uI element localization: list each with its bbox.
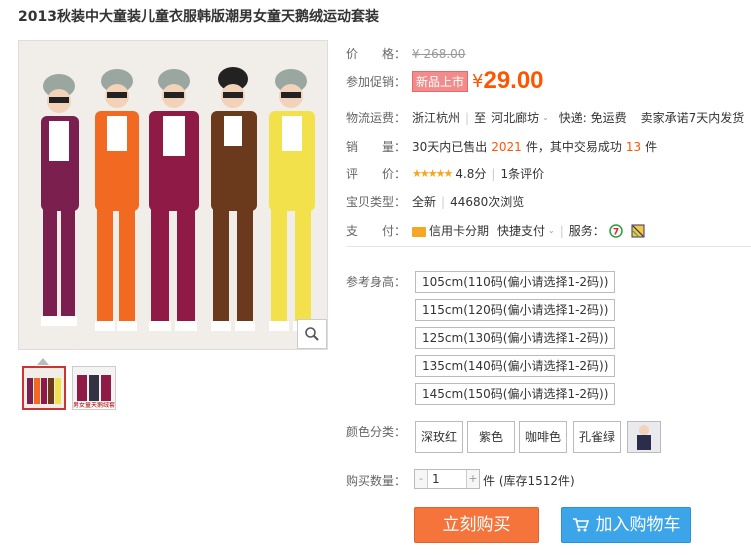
sales-suffix: 件 [645,140,658,154]
rating-row: 评 价： ★★★★★ 4.8分 | 1条评价 [346,165,544,182]
size-option[interactable]: 135cm(140码(偏小请选择1-2码)) [415,355,616,377]
quantity-label-row: 购买数量： [346,472,412,489]
quick-pay[interactable]: 快捷支付 [497,222,545,239]
payment-row: 支 付： 信用卡分期 快捷支付 ⌄ | 服务： 7 [346,222,645,239]
main-product-image[interactable] [18,40,328,350]
quantity-decrease-button[interactable]: - [415,470,428,488]
currency-symbol: ¥ [472,70,484,92]
rating-label: 评 价： [346,167,407,181]
thumbnail-2[interactable]: 男女童天鹅绒套装 [72,366,116,410]
buy-now-button[interactable]: 立刻购买 [414,507,539,543]
chevron-down-icon[interactable]: ⌄ [548,226,555,235]
sales-row: 销 量： 30天内已售出 2021 件，其中交易成功 13 件 [346,138,657,155]
item-type-row: 宝贝类型： 全新 | 44680次浏览 [346,193,524,210]
promo-price: 29.00 [483,67,544,94]
view-count: 44680次浏览 [450,195,525,209]
promo-row: 参加促销： 新品上市 ¥ 29.00 [346,67,544,95]
size-option[interactable]: 145cm(150码(偏小请选择1-2码)) [415,383,616,405]
rating-score: 4.8分 [455,167,487,181]
stock-info: 件 (库存1512件) [483,474,575,488]
cart-icon [572,518,589,532]
shipping-express: 快递: 免运费 [558,111,627,125]
color-option[interactable]: 紫色 [467,421,515,453]
color-option-image[interactable] [627,421,661,453]
add-to-cart-label: 加入购物车 [595,515,681,535]
add-to-cart-button[interactable]: 加入购物车 [561,507,691,543]
svg-text:7: 7 [613,227,619,237]
divider: | [441,194,446,209]
item-condition: 全新 [412,195,437,209]
payment-label: 支 付： [346,224,407,238]
sales-count: 2021 [491,139,522,154]
section-divider [346,246,751,247]
credit-installment[interactable]: 信用卡分期 [429,222,489,239]
quantity-increase-button[interactable]: + [466,470,479,488]
shipping-from: 浙江杭州 [412,111,461,125]
shipping-row: 物流运费： 浙江杭州 | 至 河北廊坊 ⌄ 快递: 免运费 卖家承诺7天内发货 [346,109,744,126]
color-label: 颜色分类： [346,425,407,439]
quantity-label: 购买数量： [346,474,407,488]
thumbnail-pointer [37,358,49,365]
shipping-label: 物流运费： [346,111,407,125]
divider: | [465,110,470,125]
quantity-input[interactable]: 1 [428,470,466,488]
shipping-to-prefix: 至 [474,111,487,125]
size-label: 参考身高： [346,275,407,289]
chevron-down-icon[interactable]: ⌄ [542,113,549,122]
original-price: ¥ 268.00 [412,46,466,61]
price-label: 价 格： [346,47,407,61]
thumbnail-image [24,368,64,408]
tmall-service-icon[interactable]: 7 [609,223,623,238]
sales-prefix: 30天内已售出 [412,140,488,154]
color-label-row: 颜色分类： [346,423,412,440]
thumbnail-1[interactable] [22,366,66,410]
guarantee-icon[interactable] [631,224,645,238]
promo-tag[interactable]: 新品上市 [412,70,469,92]
size-option[interactable]: 125cm(130码(偏小请选择1-2码)) [415,327,616,349]
color-option[interactable]: 孔雀绿 [573,421,621,453]
size-option[interactable]: 105cm(110码(偏小请选择1-2码)) [415,271,616,293]
rating-stars-icon: ★★★★★ [412,167,453,180]
thumbnail-caption: 男女童天鹅绒套装 [73,402,115,409]
search-zoom-icon [305,327,319,341]
service-label: 服务： [568,224,605,238]
divider: | [559,223,564,238]
quantity-stepper: - 1 + [414,469,480,489]
color-option[interactable]: 咖啡色 [519,421,567,453]
zoom-button[interactable] [297,319,327,349]
credit-card-icon [412,226,426,237]
kids-photo [19,41,327,349]
sales-label: 销 量： [346,140,407,154]
size-label-row: 参考身高： [346,273,412,290]
review-count-link[interactable]: 1条评价 [500,165,544,182]
color-option[interactable]: 深玫红 [415,421,463,453]
item-type-label: 宝贝类型： [346,195,407,209]
sales-middle: 件，其中交易成功 [525,140,622,154]
divider: | [491,166,496,181]
sales-success-count: 13 [625,139,642,154]
promo-label: 参加促销： [346,74,407,89]
product-title: 2013秋装中大童装儿童衣服韩版潮男女童天鹅绒运动套装 [18,9,379,25]
price-row: 价 格： ¥ 268.00 [346,45,465,62]
kid-thumbnail-image [628,422,660,452]
size-option[interactable]: 115cm(120码(偏小请选择1-2码)) [415,299,616,321]
shipping-promise: 卖家承诺7天内发货 [640,111,745,125]
shipping-destination[interactable]: 河北廊坊 [491,109,539,126]
